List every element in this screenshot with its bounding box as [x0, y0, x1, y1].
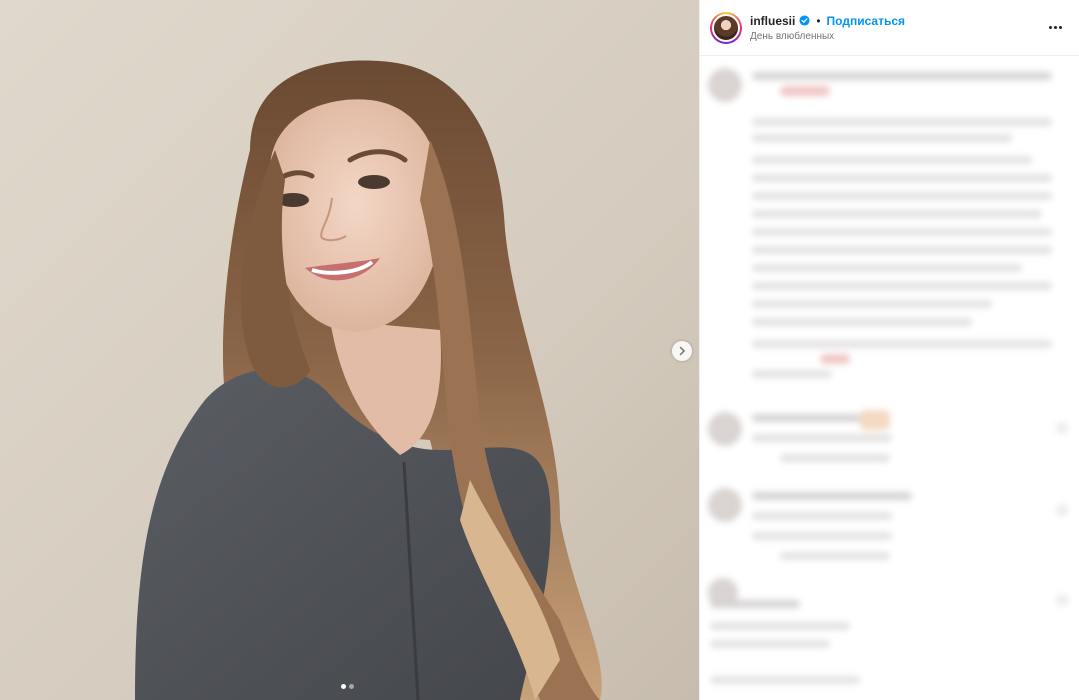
comment-line — [752, 370, 832, 378]
comment-line — [752, 492, 912, 500]
comment-avatar — [708, 488, 742, 522]
more-options-icon[interactable] — [1043, 16, 1067, 40]
more-dot — [1058, 26, 1062, 29]
comment-line — [780, 552, 890, 560]
comment-line — [752, 318, 972, 326]
post-viewer: influesii • Подписаться День влюбленных — [0, 0, 1079, 700]
comment-line — [710, 676, 860, 684]
comment-line — [752, 434, 892, 442]
post-subtitle: День влюбленных — [750, 30, 835, 42]
post-side-panel: influesii • Подписаться День влюбленных — [699, 0, 1079, 700]
comment-line — [710, 622, 850, 630]
comment-line — [752, 512, 892, 520]
follow-button[interactable]: Подписаться — [827, 14, 905, 28]
next-slide-button[interactable] — [672, 341, 692, 361]
story-ring[interactable] — [710, 11, 742, 44]
comment-line — [752, 134, 1012, 142]
header-separator: • — [816, 13, 821, 28]
comment-line — [752, 246, 1052, 254]
comment-emoji-blur — [780, 86, 830, 96]
comment-line — [752, 192, 1052, 200]
avatar[interactable] — [712, 13, 740, 42]
comment-line — [752, 414, 862, 422]
comment-line — [752, 174, 1052, 182]
post-header: influesii • Подписаться День влюбленных — [700, 0, 1079, 56]
comment-line — [710, 640, 830, 648]
verified-badge-icon — [799, 15, 810, 26]
comment-line — [752, 282, 1052, 290]
comment-like-icon[interactable] — [1056, 422, 1068, 434]
post-photo — [0, 0, 699, 700]
comment-emoji-blur — [860, 410, 890, 430]
comment-line — [752, 340, 1052, 348]
comment-line — [752, 72, 1052, 80]
comment-like-icon[interactable] — [1056, 504, 1068, 516]
comment-avatar — [708, 412, 742, 446]
header-row: influesii • Подписаться — [750, 14, 1043, 28]
username-link[interactable]: influesii — [750, 14, 795, 28]
carousel-indicator — [341, 684, 354, 689]
comment-line — [752, 532, 892, 540]
comment-line — [710, 600, 800, 608]
more-dot — [1053, 26, 1057, 29]
carousel-dot-active — [341, 684, 346, 689]
comment-avatar — [708, 68, 742, 102]
comment-emoji-blur — [820, 354, 850, 364]
header-text: influesii • Подписаться День влюбленных — [750, 14, 1043, 42]
carousel-dot — [349, 684, 354, 689]
post-media[interactable] — [0, 0, 699, 700]
comment-line — [752, 118, 1052, 126]
comments-area[interactable] — [700, 56, 1079, 700]
comment-line — [752, 210, 1042, 218]
comment-line — [752, 300, 992, 308]
comment-line — [752, 156, 1032, 164]
chevron-right-icon — [679, 346, 686, 356]
comment-line — [752, 228, 1052, 236]
comment-line — [780, 454, 890, 462]
comment-like-icon[interactable] — [1056, 594, 1068, 606]
more-dot — [1048, 26, 1052, 29]
comment-line — [752, 264, 1022, 272]
